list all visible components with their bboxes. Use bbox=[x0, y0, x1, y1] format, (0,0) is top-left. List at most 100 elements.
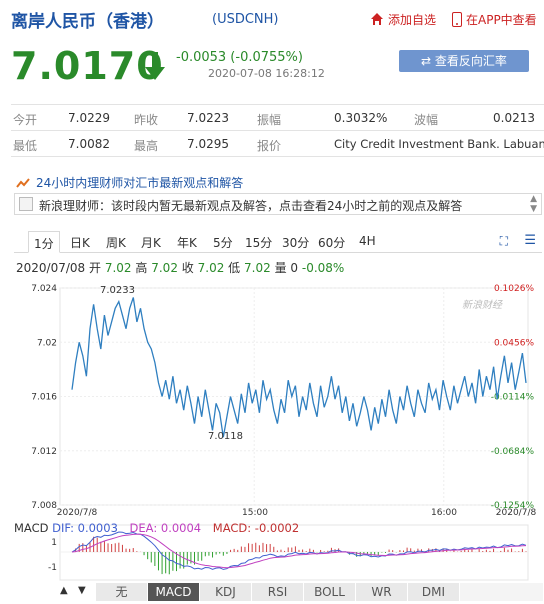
current-price: 7.0170 bbox=[11, 44, 164, 88]
ohlc-vol-label: 量 bbox=[274, 261, 287, 275]
max-price-label: 7.0233 bbox=[100, 285, 135, 296]
tab-1min[interactable]: 1分 bbox=[28, 231, 60, 253]
ohlc-low: 7.02 bbox=[244, 261, 271, 275]
pct-tick-label: -0.0684% bbox=[491, 447, 535, 457]
swap-icon: ⇄ bbox=[421, 54, 435, 68]
indicator-kdj[interactable]: KDJ bbox=[200, 583, 252, 601]
ohlc-low-label: 低 bbox=[228, 261, 241, 275]
amplitude-label: 振幅 bbox=[257, 113, 282, 127]
ohlc-close: 7.02 bbox=[197, 261, 225, 275]
fullscreen-icon[interactable]: ⛶ bbox=[500, 234, 508, 249]
dea-label: DEA: bbox=[129, 521, 158, 535]
macd-header: MACD DIF: 0.0003 DEA: 0.0004 MACD: -0.00… bbox=[14, 521, 299, 535]
wave-value: 0.0213 bbox=[493, 111, 535, 125]
expert-title-label: 24小时内理财师对汇市最新观点和解答 bbox=[36, 176, 244, 190]
table-row: 今开 7.0229 昨收 7.0223 振幅 0.3032% 波幅 0.0213 bbox=[11, 105, 544, 131]
macd-y-tick: 1 bbox=[51, 538, 57, 548]
expert-section-title[interactable]: 24小时内理财师对汇市最新观点和解答 bbox=[16, 174, 243, 192]
prev-close-label: 昨收 bbox=[134, 113, 159, 127]
dif-value: 0.0003 bbox=[77, 521, 118, 535]
ohlc-date: 2020/07/08 bbox=[16, 261, 86, 275]
tab-yearly[interactable]: 年K bbox=[177, 234, 197, 251]
y-tick-label: 7.008 bbox=[31, 501, 57, 511]
price-chart[interactable]: 新浪财经 7.024 7.02 7.016 7.012 7.008 0.1026% 0.0… bbox=[0, 280, 544, 600]
macd-y-tick: -1 bbox=[48, 563, 57, 573]
view-in-app-button[interactable]: 在APP中查看 bbox=[452, 11, 537, 30]
reverse-rate-button[interactable]: ⇄ 查看反向汇率 bbox=[399, 50, 529, 72]
tab-60min[interactable]: 60分 bbox=[318, 234, 345, 251]
x-tick-label: 16:00 bbox=[431, 508, 457, 518]
tab-5min[interactable]: 5分 bbox=[213, 234, 233, 251]
y-tick-label: 7.012 bbox=[31, 447, 57, 457]
pct-tick-label: 0.0456% bbox=[494, 338, 534, 348]
expert-message: 新浪理财师：该时段内暂无最新观点及解答，点击查看24小时之前的观点及解答 bbox=[39, 199, 463, 213]
prev-close-value: 7.0223 bbox=[187, 111, 229, 125]
trend-icon bbox=[16, 177, 30, 192]
macd-label: MACD: bbox=[212, 521, 252, 535]
indicator-wr[interactable]: WR bbox=[356, 583, 408, 601]
view-in-app-label: 在APP中查看 bbox=[466, 13, 537, 27]
indicator-none[interactable]: 无 bbox=[96, 583, 148, 601]
tab-daily[interactable]: 日K bbox=[70, 234, 90, 251]
quote-timestamp: 2020-07-08 16:28:12 bbox=[208, 67, 325, 80]
phone-icon bbox=[452, 12, 462, 30]
macd-title: MACD bbox=[14, 521, 49, 535]
indicator-bar-filler bbox=[460, 583, 544, 601]
ohlc-high: 7.02 bbox=[151, 261, 178, 275]
add-favorite-label: 添加自选 bbox=[388, 13, 437, 27]
price-change: -0.0053 (-0.0755%) bbox=[176, 50, 303, 65]
page-title: 离岸人民币（香港） bbox=[11, 12, 164, 32]
watermark: 新浪财经 bbox=[462, 299, 503, 311]
low-label: 最低 bbox=[13, 139, 38, 153]
indicator-dmi[interactable]: DMI bbox=[408, 583, 460, 601]
pct-tick-label: 0.1026% bbox=[494, 284, 534, 294]
quote-table: 今开 7.0229 昨收 7.0223 振幅 0.3032% 波幅 0.0213… bbox=[11, 104, 544, 157]
indicator-rsi[interactable]: RSI bbox=[252, 583, 304, 601]
quote-bank-value: City Credit Investment Bank. Labuan bbox=[334, 137, 544, 151]
scroll-arrows-icon[interactable]: ▲ ▼ bbox=[530, 194, 537, 214]
reverse-rate-label: 查看反向汇率 bbox=[434, 54, 507, 68]
arrow-down-icon bbox=[144, 52, 166, 86]
tab-4h[interactable]: 4H bbox=[359, 234, 376, 248]
ohlc-vol: 0 bbox=[290, 261, 299, 275]
y-tick-label: 7.024 bbox=[31, 284, 57, 294]
tab-15min[interactable]: 15分 bbox=[245, 234, 272, 251]
high-label: 最高 bbox=[134, 139, 159, 153]
avatar bbox=[19, 197, 33, 211]
period-tabs: 1分 日K 周K 月K 年K 5分 15分 30分 60分 4H ⛶ ☰ bbox=[14, 231, 542, 253]
low-value: 7.0082 bbox=[68, 137, 110, 151]
y-tick-label: 7.016 bbox=[31, 393, 57, 403]
table-row: 最低 7.0082 最高 7.0295 报价 City Credit Inves… bbox=[11, 131, 544, 157]
ohlc-open-label: 开 bbox=[89, 261, 102, 275]
add-favorite-button[interactable]: 添加自选 bbox=[370, 11, 436, 29]
tab-monthly[interactable]: 月K bbox=[141, 234, 161, 251]
high-value: 7.0295 bbox=[187, 137, 229, 151]
dif-label: DIF: bbox=[52, 521, 74, 535]
dea-value: 0.0004 bbox=[160, 521, 202, 535]
open-value: 7.0229 bbox=[68, 111, 110, 125]
menu-icon[interactable]: ☰ bbox=[524, 233, 536, 248]
min-price-label: 7.0118 bbox=[208, 431, 243, 442]
x-tick-label: 2020/7/8 bbox=[496, 508, 537, 518]
ohlc-pct: -0.08% bbox=[301, 261, 345, 275]
ohlc-high-label: 高 bbox=[135, 261, 148, 275]
x-tick-label: 2020/7/8 bbox=[57, 508, 98, 518]
open-label: 今开 bbox=[13, 113, 38, 127]
fire-icon bbox=[370, 13, 384, 29]
expert-message-box[interactable]: 新浪理财师：该时段内暂无最新观点及解答，点击查看24小时之前的观点及解答 ▲ ▼ bbox=[14, 193, 542, 215]
header: 离岸人民币（香港） (USDCNH) 添加自选 在APP中查看 bbox=[0, 0, 544, 36]
y-tick-label: 7.02 bbox=[37, 338, 57, 348]
tab-30min[interactable]: 30分 bbox=[282, 234, 309, 251]
amplitude-value: 0.3032% bbox=[334, 111, 388, 125]
macd-value: -0.0002 bbox=[254, 521, 300, 535]
tab-weekly[interactable]: 周K bbox=[106, 234, 126, 251]
indicator-macd[interactable]: MACD bbox=[148, 583, 200, 601]
quote-bank-label: 报价 bbox=[257, 139, 282, 153]
wave-label: 波幅 bbox=[414, 113, 439, 127]
indicator-boll[interactable]: BOLL bbox=[304, 583, 356, 601]
price-line bbox=[71, 297, 527, 438]
indicator-bar: 无 MACD KDJ RSI BOLL WR DMI bbox=[56, 583, 544, 601]
x-tick-label: 15:00 bbox=[242, 508, 268, 518]
ohlc-summary: 2020/07/08 开 7.02 高 7.02 收 7.02 低 7.02 量… bbox=[16, 259, 344, 276]
symbol-code: (USDCNH) bbox=[212, 12, 279, 27]
